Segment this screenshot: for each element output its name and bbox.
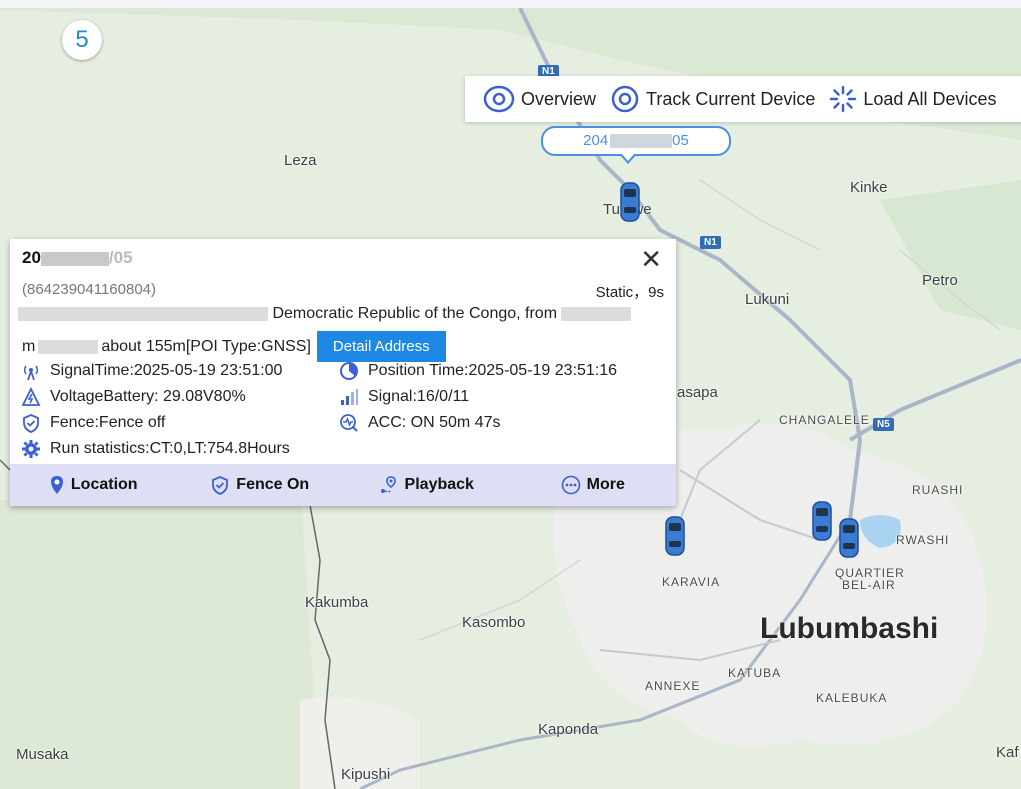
- device-count-badge[interactable]: 5: [62, 20, 102, 60]
- redaction-mask: [561, 306, 632, 321]
- eye-icon: [483, 85, 515, 113]
- map-label-kakumba: Kakumba: [305, 594, 369, 611]
- detail-address-button[interactable]: Detail Address: [316, 331, 446, 362]
- device-info-popup: 20/05 ✕ (864239041160804) Static，9s Demo…: [10, 239, 676, 506]
- more-dots-icon: [561, 475, 580, 495]
- device-name-tag[interactable]: 204 05: [541, 126, 731, 156]
- playback-button[interactable]: Playback: [343, 464, 510, 506]
- position-time-text: Position Time:2025-05-19 23:51:16: [368, 362, 618, 379]
- device-imei: (864239041160804): [22, 281, 157, 298]
- redaction-mask: [40, 251, 109, 266]
- popup-title-suffix: /05: [108, 248, 133, 267]
- map-label-changalele: CHANGALELE: [779, 413, 870, 427]
- address-line-2-text: about 155m[POI Type:GNSS]: [101, 337, 311, 355]
- popup-title: 20/05: [22, 248, 133, 268]
- voltage-row: VoltageBattery: 29.08V80%: [21, 387, 246, 407]
- more-label: More: [586, 476, 625, 493]
- shield-check-icon: [23, 414, 39, 433]
- fence-on-button[interactable]: Fence On: [177, 464, 344, 506]
- fence-text: Fence:Fence off: [50, 414, 166, 431]
- track-current-device-button[interactable]: Track Current Device: [610, 84, 815, 114]
- track-current-device-label: Track Current Device: [646, 88, 816, 109]
- map-label-belair: BEL-AIR: [842, 578, 896, 592]
- voltage-text: VoltageBattery: 29.08V80%: [50, 388, 246, 405]
- fence-on-label: Fence On: [236, 476, 310, 493]
- clock-icon: [340, 362, 358, 380]
- road-shield-n5: N5: [873, 418, 894, 431]
- map-label-ruashi: RUASHI: [912, 483, 964, 497]
- overview-label: Overview: [521, 88, 597, 109]
- run-statistics-text: Run statistics:CT:0,LT:754.8Hours: [50, 440, 290, 457]
- loading-spinner-icon: [830, 85, 857, 113]
- playback-label: Playback: [404, 476, 474, 493]
- load-all-devices-button[interactable]: Load All Devices: [829, 85, 996, 113]
- signal-row: Signal:16/0/11: [339, 387, 469, 407]
- gear-icon: [22, 440, 40, 458]
- address-line-2-prefix: m: [22, 337, 36, 355]
- acc-pulse-icon: [340, 414, 358, 432]
- location-label: Location: [70, 476, 138, 493]
- car-marker-icon[interactable]: [664, 515, 686, 557]
- map-label-leza: Leza: [284, 152, 317, 169]
- map-pin-icon: [50, 476, 63, 494]
- map-label-lubumbashi: Lubumbashi: [760, 612, 939, 645]
- device-tag-prefix: 204: [583, 132, 609, 149]
- car-marker-icon[interactable]: [619, 181, 641, 223]
- map-label-rwashi: RWASHI: [896, 533, 950, 547]
- map-label-kaponda: Kaponda: [538, 721, 599, 738]
- map-label-annexe: ANNEXE: [645, 679, 701, 693]
- position-time-row: Position Time:2025-05-19 23:51:16: [339, 361, 617, 381]
- load-all-devices-label: Load All Devices: [863, 88, 997, 109]
- device-status: Static，9s: [595, 284, 664, 301]
- map-label-petro: Petro: [922, 272, 958, 289]
- more-button[interactable]: More: [510, 464, 677, 506]
- redaction-mask: [610, 134, 673, 149]
- target-icon: [611, 85, 639, 113]
- redaction-mask: [18, 306, 268, 321]
- map-label-kipushi: Kipushi: [341, 766, 391, 783]
- close-icon[interactable]: ✕: [640, 246, 662, 272]
- signal-text: Signal:16/0/11: [368, 388, 470, 405]
- map-label-kasombo: Kasombo: [462, 614, 526, 631]
- address-line-1-text: Democratic Republic of the Congo, from: [272, 305, 558, 322]
- antenna-icon: [23, 365, 39, 381]
- signal-time-row: SignalTime:2025-05-19 23:51:00: [21, 361, 282, 381]
- map-label-kasapa: asapa: [677, 384, 718, 401]
- map-label-karavia: KARAVIA: [662, 575, 721, 589]
- address-line-1: Democratic Republic of the Congo, from: [18, 305, 632, 323]
- overview-button[interactable]: Overview: [483, 84, 596, 114]
- map-label-kaf: Kaf: [996, 744, 1019, 761]
- map-label-kalebuka: KALEBUKA: [816, 691, 888, 705]
- signal-bars-icon: [341, 389, 358, 405]
- car-marker-icon[interactable]: [811, 500, 833, 542]
- signal-time-text: SignalTime:2025-05-19 23:51:00: [50, 362, 283, 379]
- popup-title-prefix: 20: [22, 248, 41, 267]
- location-button[interactable]: Location: [10, 464, 177, 506]
- voltage-icon: [21, 387, 41, 406]
- device-tag-suffix: 05: [672, 132, 689, 149]
- road-shield-n1: N1: [700, 236, 721, 249]
- car-marker-icon[interactable]: [838, 517, 860, 559]
- popup-action-bar: Location Fence On Playback More: [10, 464, 676, 506]
- map-toolbar: Overview Track Current Device Load All D…: [465, 76, 1021, 122]
- acc-text: ACC: ON 50m 47s: [368, 414, 501, 431]
- run-statistics-row: Run statistics:CT:0,LT:754.8Hours: [21, 439, 290, 459]
- redaction-mask: [38, 339, 99, 354]
- route-playback-icon: [380, 476, 396, 493]
- address-line-2: m about 155m[POI Type:GNSS] Detail Addre…: [22, 331, 446, 362]
- fence-row: Fence:Fence off: [21, 413, 165, 433]
- map-label-lukuni: Lukuni: [745, 291, 790, 308]
- tag-pointer-inner: [621, 153, 635, 161]
- top-strip: [0, 0, 1021, 8]
- map-label-katuba: KATUBA: [728, 666, 782, 680]
- acc-row: ACC: ON 50m 47s: [339, 413, 500, 433]
- shield-check-icon: [212, 476, 229, 495]
- map-label-kinke: Kinke: [850, 179, 888, 196]
- map-label-musaka: Musaka: [16, 746, 69, 763]
